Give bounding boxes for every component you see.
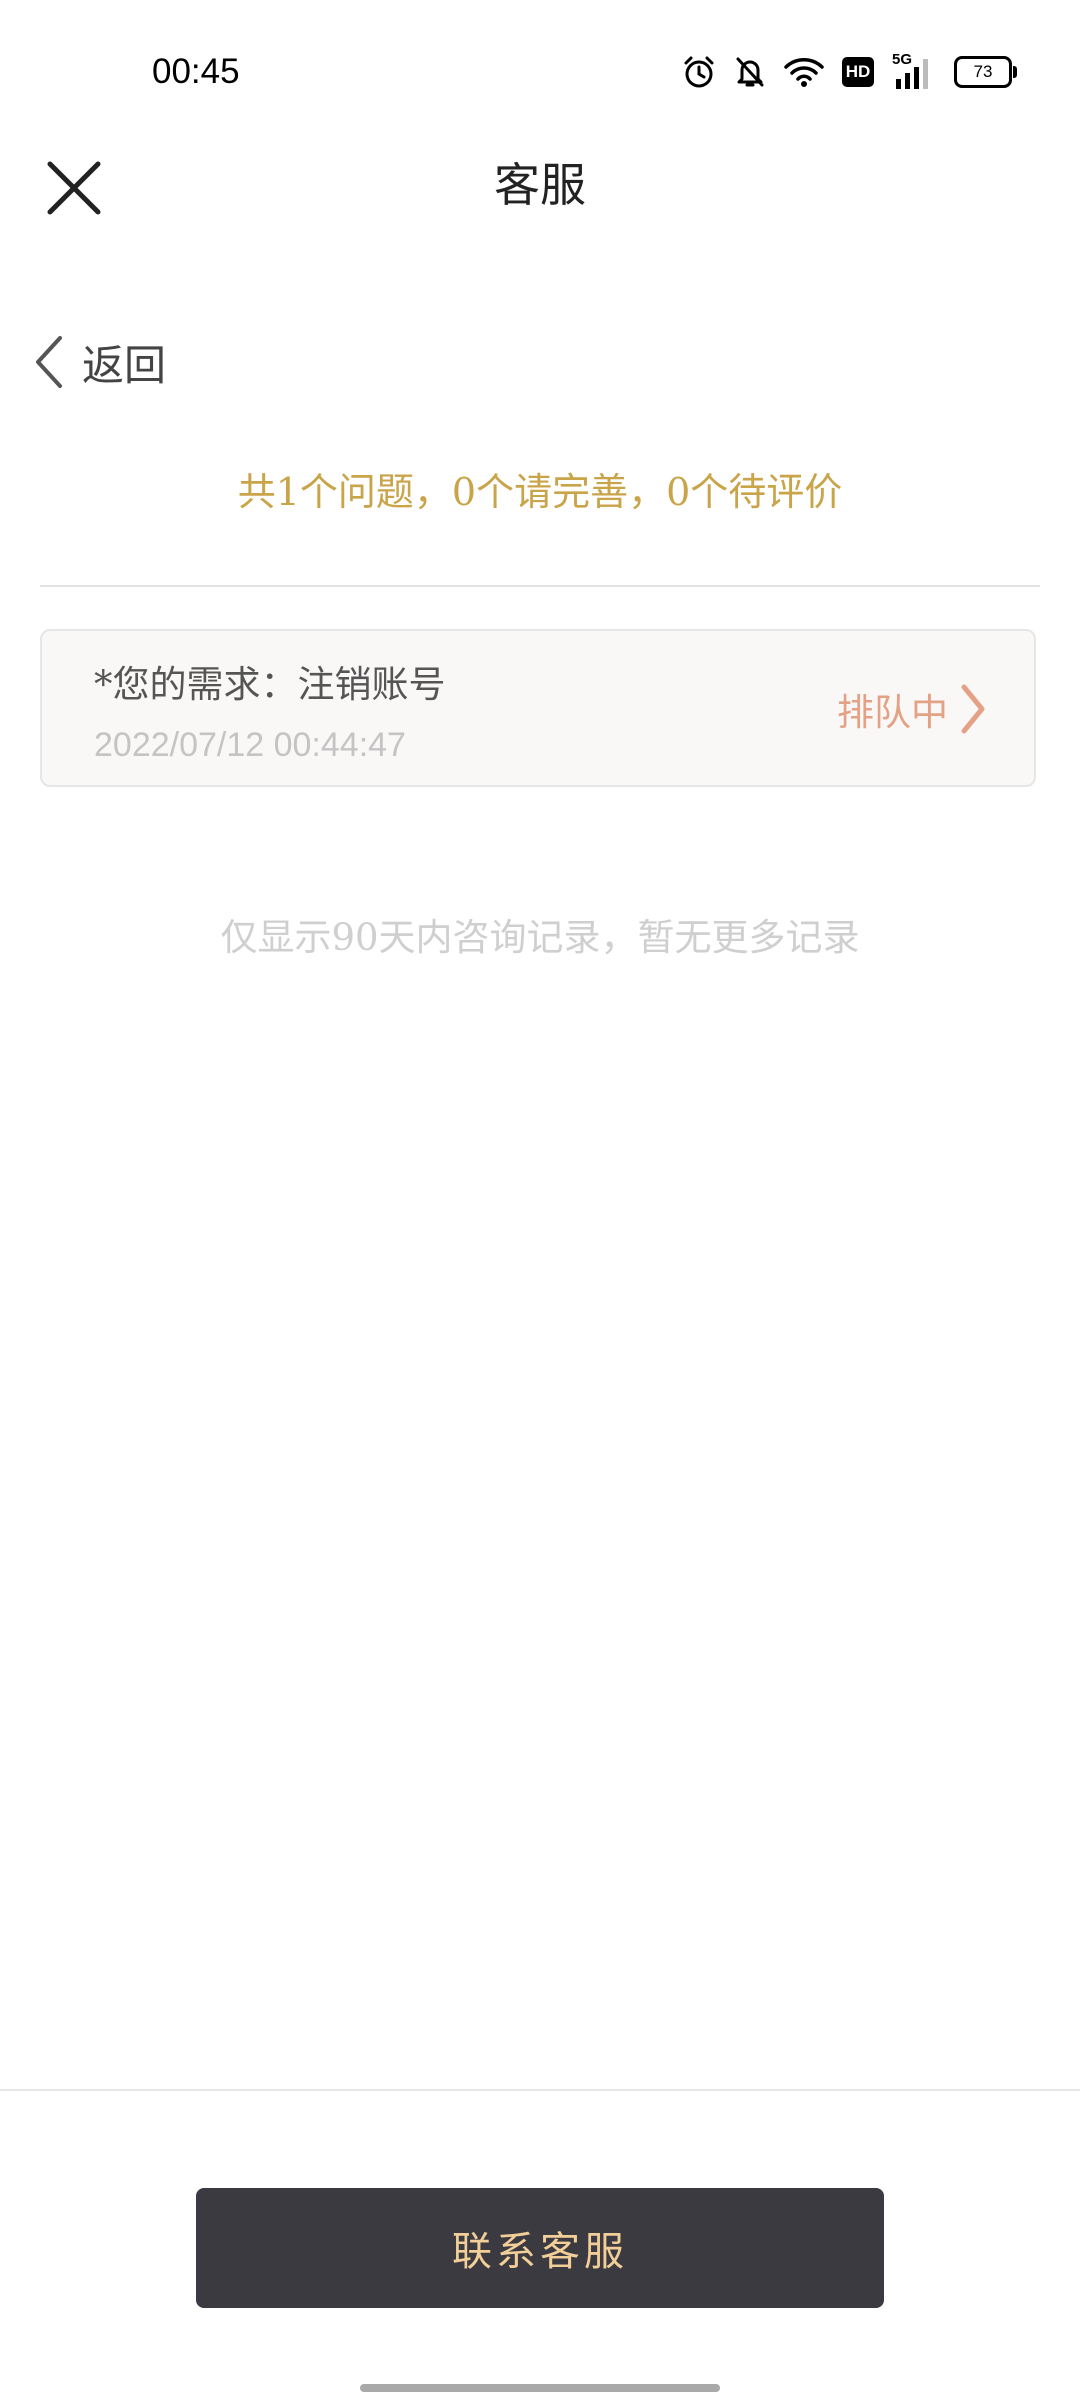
history-notice: 仅显示90天内咨询记录，暂无更多记录 [220,916,860,959]
chevron-right-icon [961,684,985,734]
5g-signal-icon: 5G [892,51,936,89]
hd-icon: HD [842,57,874,87]
status-icons: HD 5G 73 [682,50,1017,94]
back-button[interactable]: 返回 [34,332,166,392]
mute-bell-icon [736,57,764,87]
status-time: 00:45 [152,52,240,91]
ticket-request: *您的需求：注销账号 [94,663,446,706]
home-indicator[interactable] [360,2384,720,2392]
ticket-status: 排队中 [837,681,986,737]
back-label: 返回 [82,340,167,390]
page-title: 客服 [494,158,586,212]
ticket-time: 2022/07/12 00:44:47 [94,726,406,764]
battery-icon: 73 [954,56,1017,88]
chevron-left-icon [36,336,62,388]
divider [40,585,1040,587]
ticket-status-label: 排队中 [837,691,948,734]
contact-support-button[interactable]: 联系客服 [196,2188,884,2308]
footer-divider [0,2089,1080,2091]
ticket-card[interactable]: *您的需求：注销账号 2022/07/12 00:44:47 排队中 [40,629,1036,787]
alarm-icon [684,56,714,88]
wifi-icon [784,58,824,87]
ticket-summary: 共1个问题，0个请完善，0个待评价 [237,470,843,514]
battery-level: 73 [973,62,993,81]
